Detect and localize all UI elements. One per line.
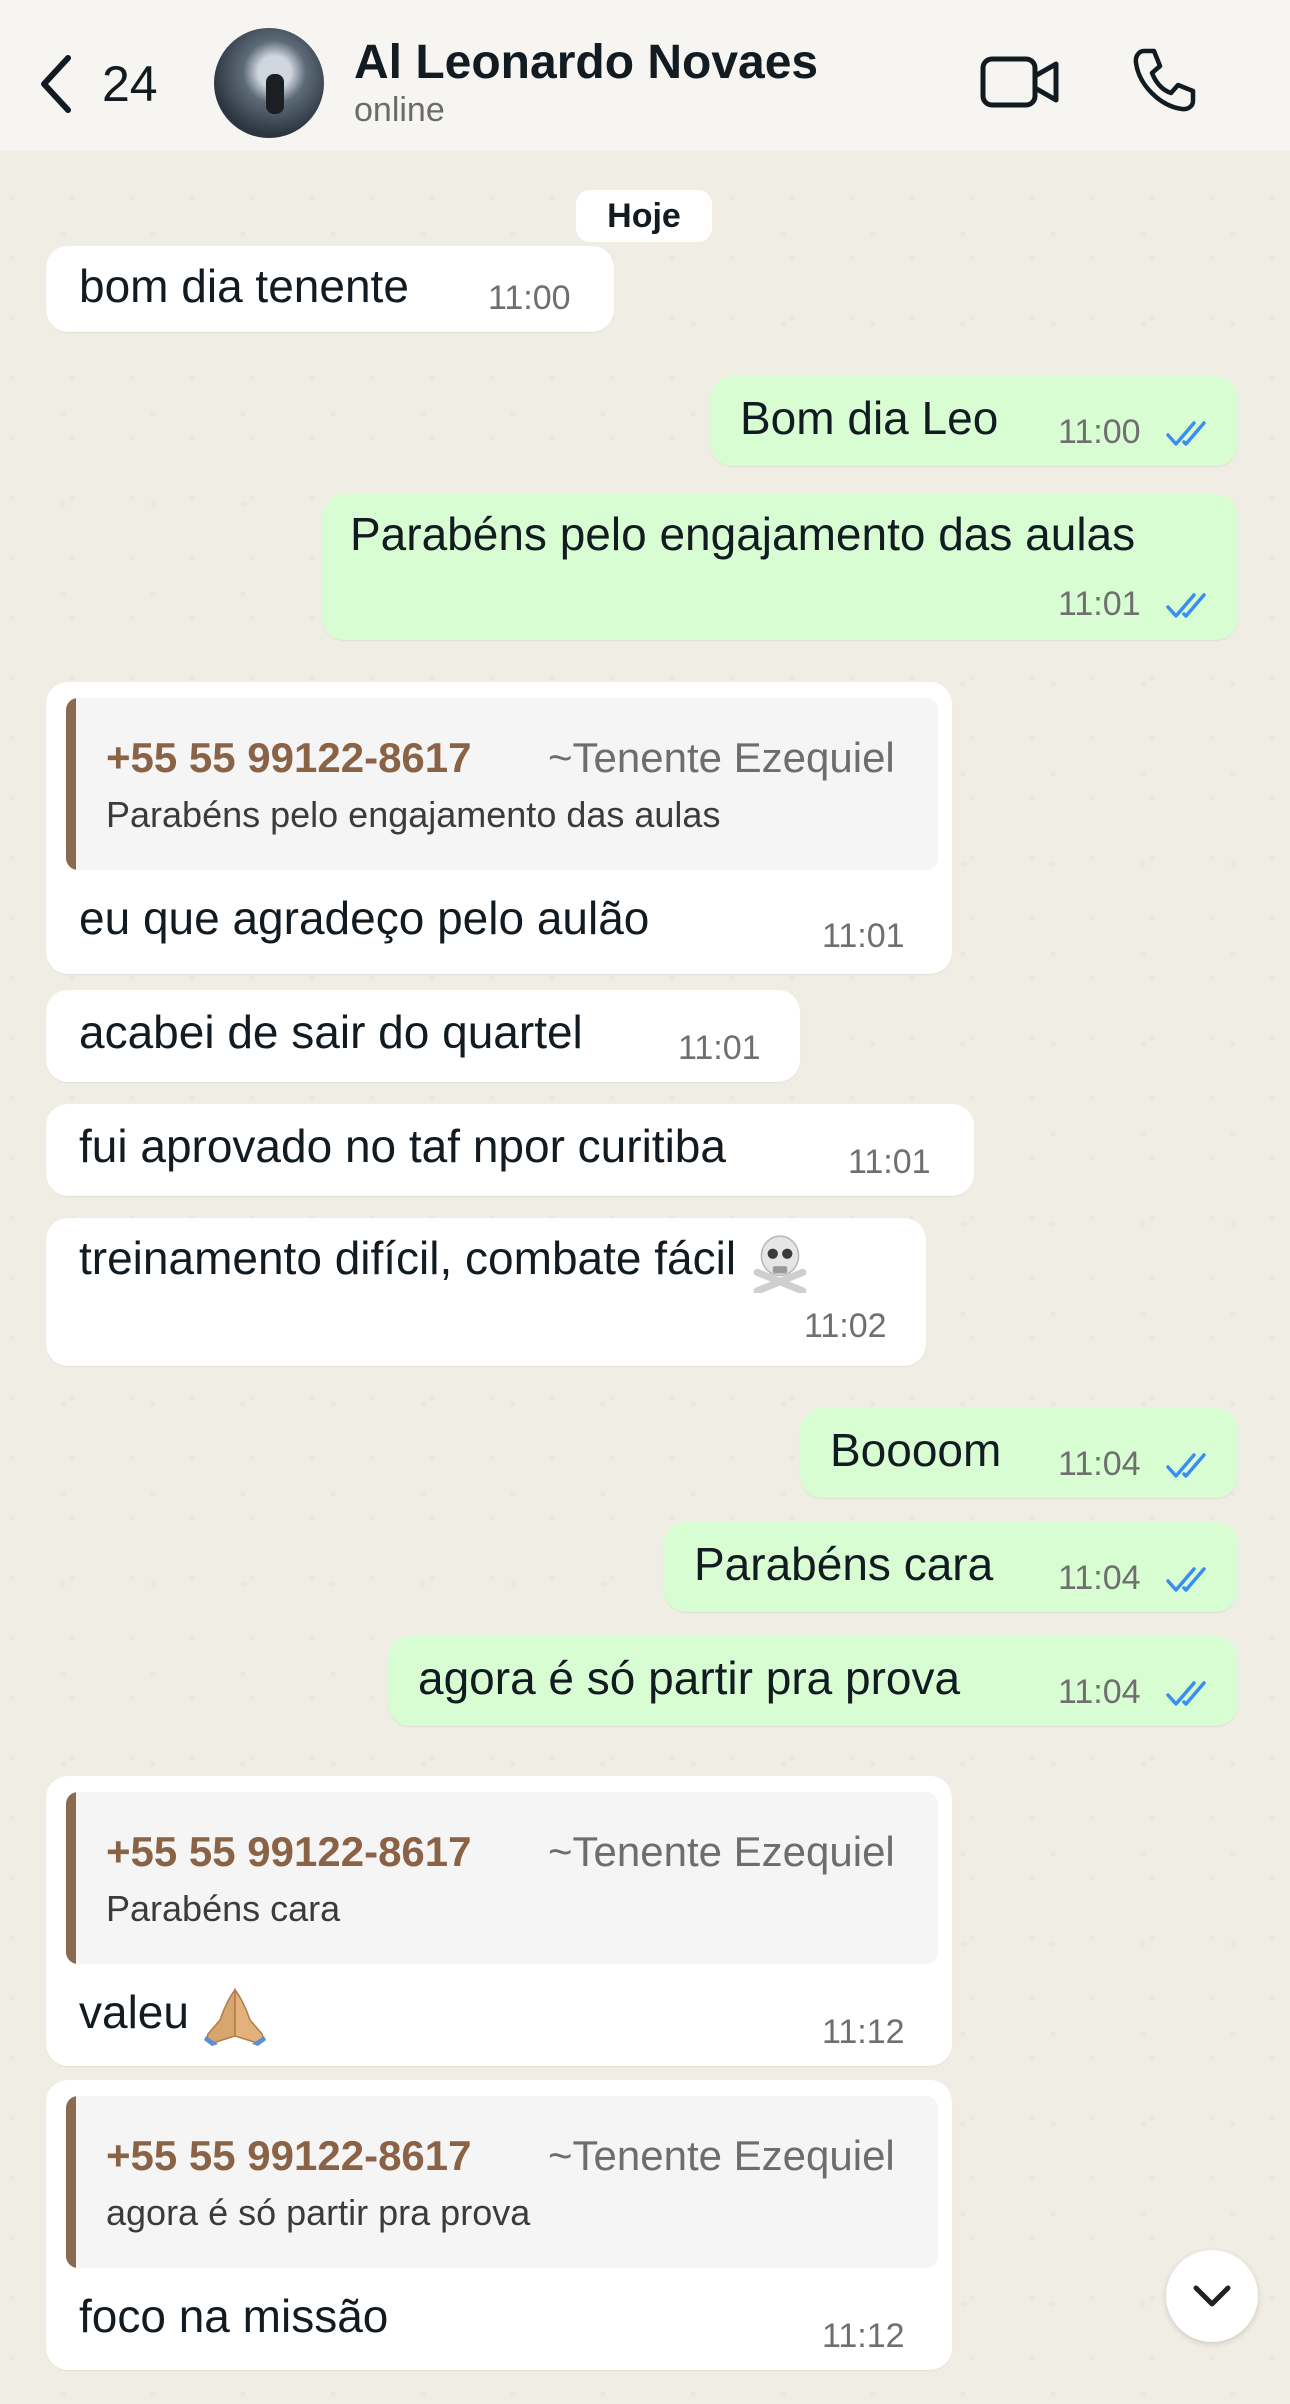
- read-receipt-icon: [1166, 1453, 1206, 1478]
- folded-hands-icon: [203, 1987, 266, 2046]
- chevron-down-icon: [1193, 2285, 1231, 2307]
- message-bubble-outgoing[interactable]: Boooom 11:04: [800, 1408, 1238, 1498]
- skull-crossbones-icon: [753, 1235, 807, 1293]
- message-bubble-incoming[interactable]: bom dia tenente 11:00: [46, 246, 614, 332]
- message-time: 11:04: [1058, 1559, 1141, 1597]
- read-receipt-icon: [1166, 1681, 1206, 1706]
- message-text: foco na missão: [79, 2290, 389, 2342]
- message-time: 11:04: [1058, 1673, 1141, 1711]
- contact-name[interactable]: Al Leonardo Novaes: [354, 34, 818, 92]
- quote-sender-alias: ~Tenente Ezequiel: [548, 734, 895, 781]
- message-text: eu que agradeço pelo aulão: [79, 892, 650, 944]
- quoted-reply[interactable]: +55 55 99122-8617 ~Tenente Ezequiel Para…: [66, 698, 938, 870]
- date-separator: Hoje: [576, 190, 712, 242]
- quote-accent-bar: [66, 2096, 76, 2268]
- unread-count[interactable]: 24: [102, 52, 158, 116]
- message-text: fui aprovado no taf npor curitiba: [79, 1120, 726, 1172]
- message-bubble-incoming[interactable]: fui aprovado no taf npor curitiba 11:01: [46, 1104, 974, 1196]
- message-bubble-outgoing[interactable]: Parabéns cara 11:04: [664, 1522, 1238, 1612]
- chat-header: 24 Al Leonardo Novaes online: [0, 0, 1290, 150]
- message-text: Parabéns cara: [694, 1538, 994, 1590]
- scroll-to-bottom-button[interactable]: [1166, 2250, 1258, 2342]
- quote-text: Parabéns pelo engajamento das aulas: [106, 794, 721, 835]
- message-bubble-outgoing[interactable]: Bom dia Leo 11:00: [710, 376, 1238, 466]
- quote-accent-bar: [66, 1792, 76, 1964]
- message-text: acabei de sair do quartel: [79, 1006, 583, 1058]
- message-time: 11:02: [804, 1307, 887, 1345]
- quoted-reply[interactable]: +55 55 99122-8617 ~Tenente Ezequiel agor…: [66, 2096, 938, 2268]
- read-receipt-icon: [1166, 421, 1206, 446]
- message-time: 11:01: [848, 1143, 931, 1181]
- quote-text: Parabéns cara: [106, 1888, 341, 1929]
- read-receipt-icon: [1166, 1567, 1206, 1592]
- avatar[interactable]: [214, 28, 324, 138]
- message-text-content: valeu: [79, 1986, 189, 2038]
- quote-sender-phone: +55 55 99122-8617: [106, 2132, 472, 2179]
- message-time: 11:01: [822, 917, 905, 955]
- message-text-content: treinamento difícil, combate fácil: [79, 1232, 737, 1284]
- message-time: 11:01: [678, 1029, 761, 1067]
- message-text: Boooom: [830, 1424, 1002, 1476]
- message-text: valeu: [79, 1984, 268, 2046]
- quote-accent-bar: [66, 698, 76, 870]
- quote-text: agora é só partir pra prova: [106, 2192, 531, 2233]
- message-bubble-outgoing[interactable]: Parabéns pelo engajamento das aulas 11:0…: [322, 494, 1238, 640]
- message-text: Parabéns pelo engajamento das aulas: [350, 508, 1136, 560]
- message-time: 11:12: [822, 2317, 905, 2355]
- message-text: Bom dia Leo: [740, 392, 999, 444]
- message-time: 11:12: [822, 2013, 905, 2051]
- video-call-icon[interactable]: [980, 54, 1060, 110]
- message-bubble-incoming[interactable]: +55 55 99122-8617 ~Tenente Ezequiel agor…: [46, 2080, 952, 2370]
- quote-sender-alias: ~Tenente Ezequiel: [548, 1828, 895, 1875]
- read-receipt-icon: [1166, 593, 1206, 618]
- quote-sender-alias: ~Tenente Ezequiel: [548, 2132, 895, 2179]
- message-bubble-incoming[interactable]: +55 55 99122-8617 ~Tenente Ezequiel Para…: [46, 682, 952, 974]
- quote-sender-phone: +55 55 99122-8617: [106, 1828, 472, 1875]
- quoted-reply[interactable]: +55 55 99122-8617 ~Tenente Ezequiel Para…: [66, 1792, 938, 1964]
- message-bubble-incoming[interactable]: treinamento difícil, combate fácil 11:02: [46, 1218, 926, 1366]
- phone-call-icon[interactable]: [1130, 46, 1198, 114]
- back-chevron-icon[interactable]: [36, 52, 76, 116]
- message-time: 11:04: [1058, 1445, 1141, 1483]
- quote-sender-phone: +55 55 99122-8617: [106, 734, 472, 781]
- contact-status: online: [354, 91, 445, 129]
- message-bubble-incoming[interactable]: +55 55 99122-8617 ~Tenente Ezequiel Para…: [46, 1776, 952, 2066]
- message-text: bom dia tenente: [79, 260, 409, 312]
- message-bubble-incoming[interactable]: acabei de sair do quartel 11:01: [46, 990, 800, 1082]
- message-text: treinamento difícil, combate fácil: [79, 1230, 811, 1293]
- message-time: 11:01: [1058, 585, 1141, 623]
- message-time: 11:00: [488, 279, 571, 317]
- message-text: agora é só partir pra prova: [418, 1652, 961, 1704]
- message-time: 11:00: [1058, 413, 1141, 451]
- message-bubble-outgoing[interactable]: agora é só partir pra prova 11:04: [388, 1636, 1238, 1726]
